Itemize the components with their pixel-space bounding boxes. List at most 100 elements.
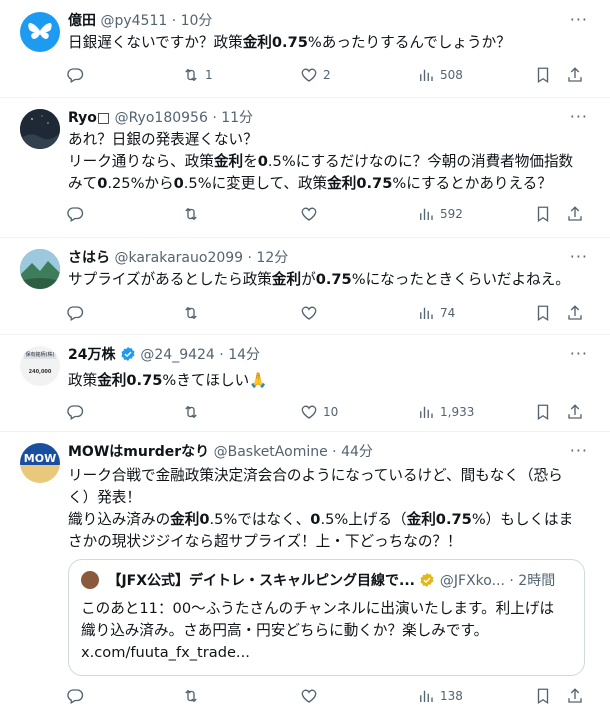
share-button[interactable] xyxy=(566,301,584,325)
display-name[interactable]: Ryo xyxy=(68,110,97,126)
share-button[interactable] xyxy=(566,63,584,87)
timestamp[interactable]: · 11分 xyxy=(212,110,253,126)
views-button[interactable]: 74 xyxy=(417,301,455,325)
share-button[interactable] xyxy=(566,684,584,708)
retweet-icon xyxy=(182,403,200,421)
quoted-timestamp[interactable]: · 2時間 xyxy=(509,573,555,589)
avatar[interactable] xyxy=(20,109,60,149)
text-segment: 日銀遅くないですか？政策 xyxy=(68,34,243,51)
views-icon xyxy=(417,403,435,421)
text-line: 織り込み済みの金利0.5%ではなく、0.5%上げる（金利0.75%）もしくはま xyxy=(68,509,592,531)
tweet-text: リーク合戦で金融政策決定済会合のようになっているけど、間もなく（恐ら く）発表！ 織… xyxy=(68,465,592,553)
share-icon xyxy=(566,66,584,84)
like-button[interactable] xyxy=(300,202,323,226)
avatar[interactable]: MOW xyxy=(20,443,60,483)
tweet[interactable]: さはら @karakarauo2099 · 12分 ··· サプライズがあるとし… xyxy=(0,237,610,335)
views-button[interactable]: 592 xyxy=(417,202,463,226)
bookmark-button[interactable] xyxy=(534,684,552,708)
reply-button[interactable] xyxy=(66,301,89,325)
tweet-text: 日銀遅くないですか？政策金利0.75%あったりするんでしょうか？ xyxy=(68,32,592,54)
reply-button[interactable] xyxy=(66,400,89,424)
mow-logo-icon: MOW xyxy=(20,443,60,483)
reply-button[interactable] xyxy=(66,63,89,87)
display-name[interactable]: 億田 xyxy=(68,13,96,29)
bookmark-button[interactable] xyxy=(534,301,552,325)
text-segment: %きてほしい🙏 xyxy=(162,372,268,389)
share-button[interactable] xyxy=(566,400,584,424)
quoted-link[interactable]: x.com/fuuta_fx_trade... xyxy=(81,642,574,664)
quoted-handle[interactable]: @JFXko... xyxy=(440,573,505,589)
quoted-display-name[interactable]: 【JFX公式】デイトレ・スキャルピング目線で... xyxy=(107,573,415,589)
heart-icon xyxy=(300,66,318,84)
tweet-header: 24万株 @24_9424 · 14分 xyxy=(68,346,590,364)
more-options-icon[interactable]: ··· xyxy=(570,10,588,29)
reply-button[interactable] xyxy=(66,202,89,226)
handle[interactable]: @py4511 xyxy=(100,13,167,29)
highlighted-term: 金利 xyxy=(213,153,244,170)
share-icon xyxy=(566,687,584,705)
retweet-button[interactable] xyxy=(182,400,205,424)
timestamp[interactable]: · 14分 xyxy=(219,347,260,363)
retweet-icon xyxy=(182,304,200,322)
text-segment: あれ？日銀の発表遅くない？ xyxy=(68,131,258,148)
like-button[interactable]: 2 xyxy=(300,63,331,87)
highlighted-term: 金利0.75 xyxy=(406,511,472,528)
text-line: リーク通りなら、政策金利を0.5%にするだけなのに？今朝の消費者物価指数 xyxy=(68,151,592,173)
text-segment: .5%に変更して、政策 xyxy=(183,175,328,192)
handle[interactable]: @karakarauo2099 xyxy=(114,250,243,266)
action-bar: 74 xyxy=(60,301,596,325)
handle[interactable]: @Ryo180956 xyxy=(115,110,208,126)
reply-icon xyxy=(66,66,84,84)
like-button[interactable]: 10 xyxy=(300,400,338,424)
bookmark-button[interactable] xyxy=(534,400,552,424)
tweet[interactable]: 億田 @py4511 · 10分 ··· 日銀遅くないですか？政策金利0.75%… xyxy=(0,0,610,98)
more-options-icon[interactable]: ··· xyxy=(570,107,588,126)
bookmark-icon xyxy=(534,403,552,421)
share-button[interactable] xyxy=(566,202,584,226)
display-name[interactable]: さはら xyxy=(68,250,110,266)
display-name[interactable]: MOWはmurderなり xyxy=(68,444,209,460)
tweet[interactable]: 保有銘柄(株) 240,000 24万株 @24_9424 · 14分 ··· … xyxy=(0,334,610,432)
text-line: あれ？日銀の発表遅くない？ xyxy=(68,129,592,151)
timestamp[interactable]: · 44分 xyxy=(332,444,373,460)
highlighted-term: 金利0 xyxy=(170,511,210,528)
emoji-placeholder-icon: □ xyxy=(96,110,111,126)
text-segment: サプライズがあるとしたら政策 xyxy=(68,271,272,288)
views-button[interactable]: 1,933 xyxy=(417,400,474,424)
timestamp[interactable]: · 10分 xyxy=(172,13,213,29)
reply-button[interactable] xyxy=(66,684,89,708)
text-segment: .5%上げる（ xyxy=(320,511,407,528)
avatar[interactable] xyxy=(20,249,60,289)
like-button[interactable] xyxy=(300,301,323,325)
retweet-button[interactable]: 1 xyxy=(182,63,213,87)
more-options-icon[interactable]: ··· xyxy=(570,441,588,460)
more-options-icon[interactable]: ··· xyxy=(570,344,588,363)
bookmark-icon xyxy=(534,66,552,84)
retweet-button[interactable] xyxy=(182,202,205,226)
avatar[interactable] xyxy=(20,12,60,52)
tweet[interactable]: Ryo□ @Ryo180956 · 11分 ··· あれ？日銀の発表遅くない？ リ… xyxy=(0,97,610,238)
timestamp[interactable]: · 12分 xyxy=(248,250,289,266)
handle[interactable]: @BasketAomine xyxy=(214,444,328,460)
tweet-text: サプライズがあるとしたら政策金利が0.75%になったときくらいだよねえ。 xyxy=(68,269,592,291)
views-button[interactable]: 508 xyxy=(417,63,463,87)
quoted-tweet-header: 【JFX公式】デイトレ・スキャルピング目線で... @JFXko... · 2時… xyxy=(81,571,572,590)
handle[interactable]: @24_9424 xyxy=(140,347,214,363)
bookmark-button[interactable] xyxy=(534,63,552,87)
views-button[interactable]: 138 xyxy=(417,684,463,708)
retweet-button[interactable] xyxy=(182,684,205,708)
avatar[interactable]: 保有銘柄(株) 240,000 xyxy=(20,346,60,386)
share-icon xyxy=(566,205,584,223)
retweet-button[interactable] xyxy=(182,301,205,325)
display-name[interactable]: 24万株 xyxy=(68,347,115,363)
tweet[interactable]: MOW MOWはmurderなり @BasketAomine · 44分 ···… xyxy=(0,431,610,721)
bookmark-button[interactable] xyxy=(534,202,552,226)
stock-card-icon: 保有銘柄(株) 240,000 xyxy=(24,352,56,375)
more-options-icon[interactable]: ··· xyxy=(570,247,588,266)
quoted-avatar[interactable] xyxy=(81,571,99,589)
views-icon xyxy=(417,66,435,84)
quoted-tweet[interactable]: 【JFX公式】デイトレ・スキャルピング目線で... @JFXko... · 2時… xyxy=(68,559,585,676)
like-button[interactable] xyxy=(300,684,323,708)
tweet-header: さはら @karakarauo2099 · 12分 xyxy=(68,249,590,267)
reply-icon xyxy=(66,687,84,705)
